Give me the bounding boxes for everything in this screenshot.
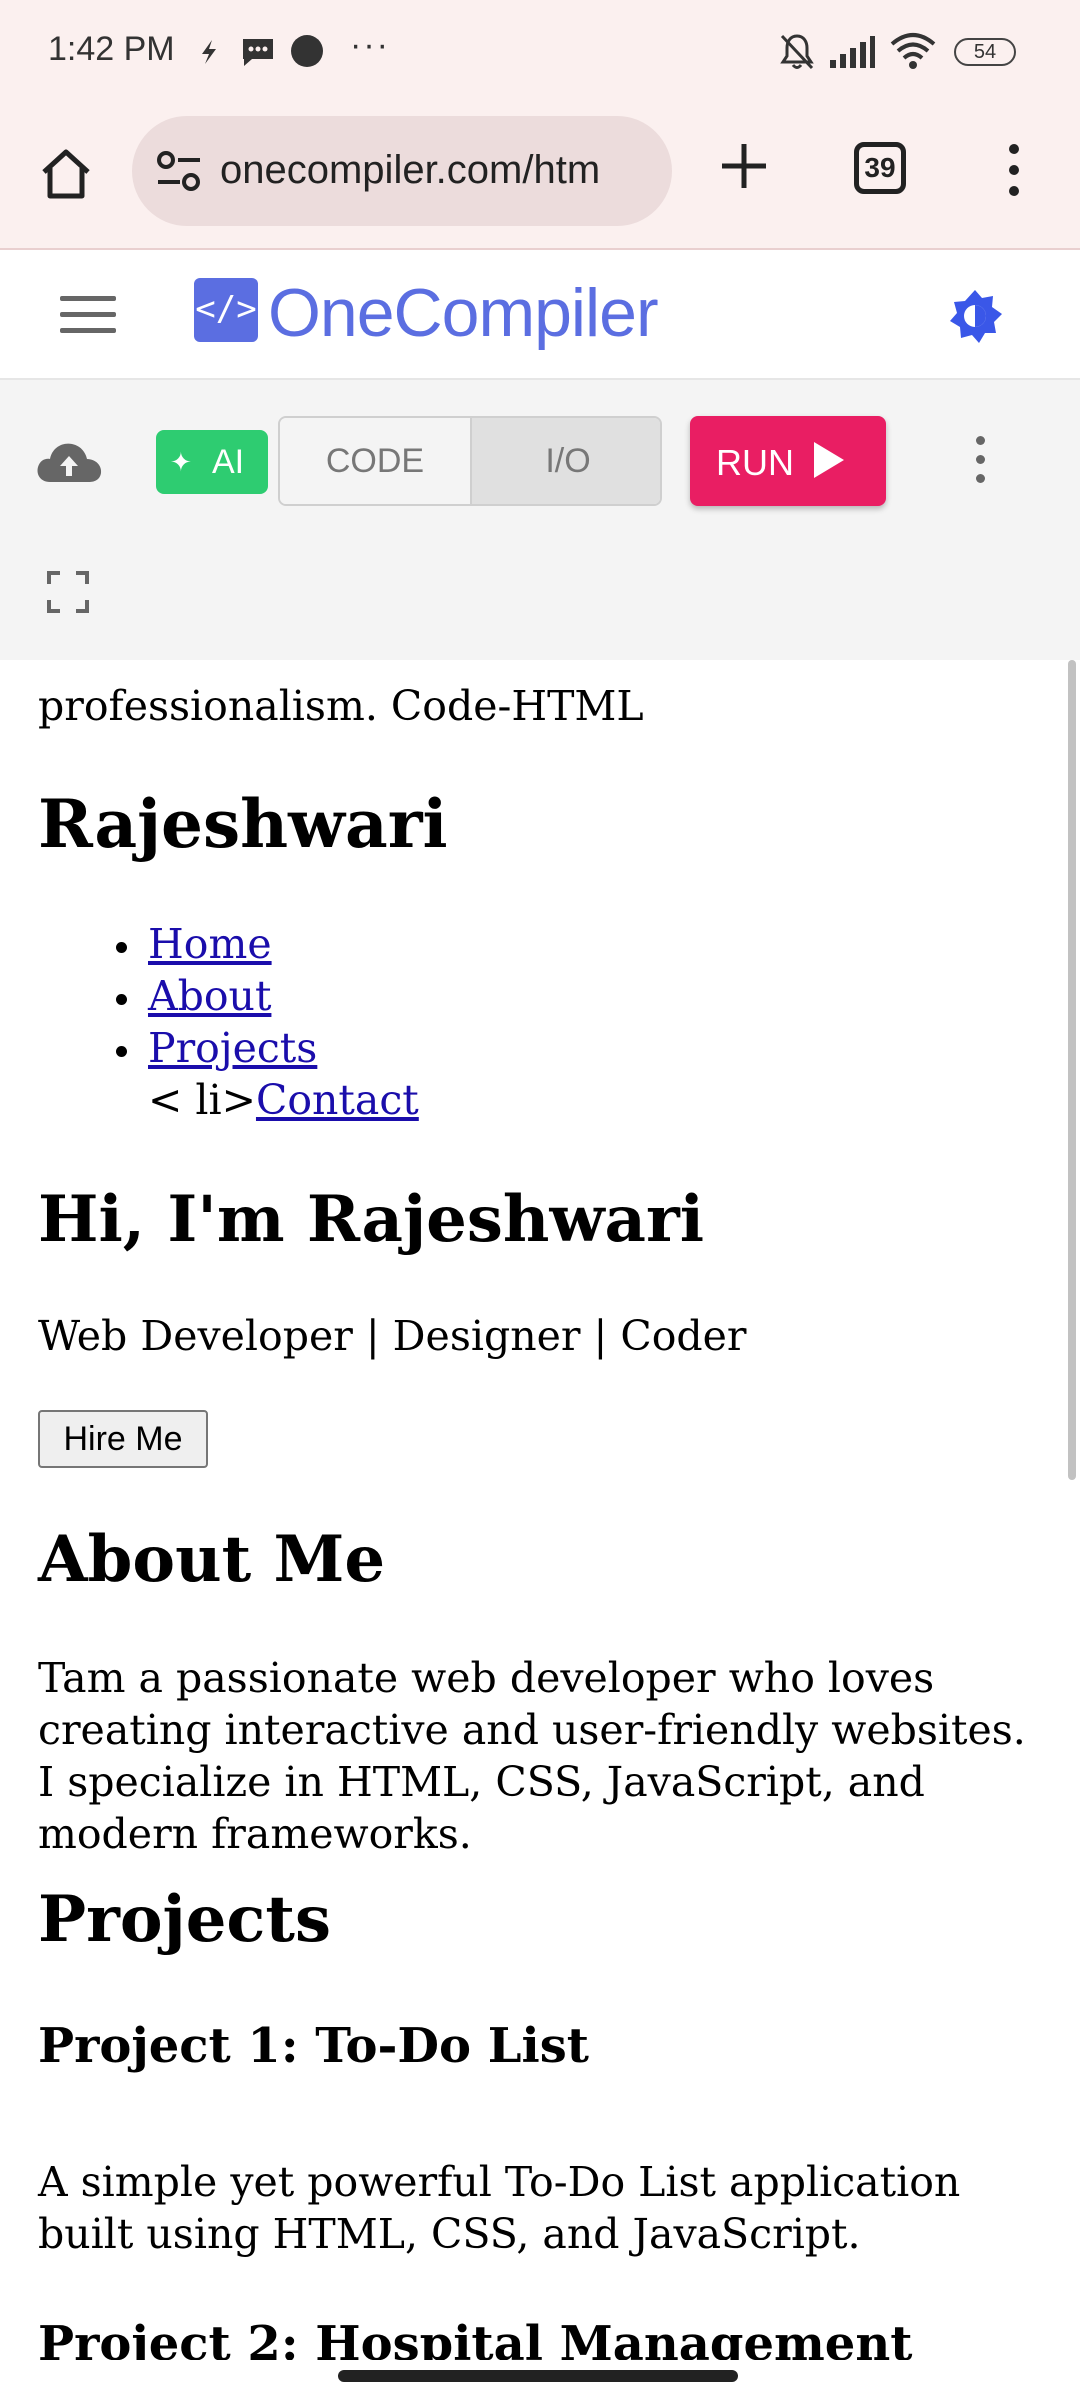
about-line-4: modern frameworks. — [38, 1810, 472, 1858]
hire-me-button[interactable]: Hire Me — [38, 1410, 208, 1468]
more-notifications: ··· — [350, 26, 390, 64]
output-preview[interactable]: professionalism. Code-HTML Rajeshwari Ho… — [16, 660, 1080, 2360]
tab-code[interactable]: CODE — [280, 418, 472, 504]
projects-heading: Projects — [38, 1882, 331, 1957]
project-1-line-1: A simple yet powerful To-Do List applica… — [38, 2158, 961, 2206]
status-bar: 1:42 PM ··· 54 — [0, 0, 1080, 104]
tab-io[interactable]: I/O — [472, 418, 660, 504]
logo-icon[interactable]: </> — [194, 278, 258, 342]
nav-link-projects[interactable]: Projects — [148, 1024, 317, 1072]
browser-menu-icon[interactable] — [1000, 144, 1028, 196]
nav-link-about[interactable]: About — [148, 972, 271, 1020]
about-line-1: Tam a passionate web developer who loves — [38, 1654, 935, 1702]
cloud-upload-icon[interactable] — [34, 436, 104, 488]
mute-bell-icon — [780, 34, 814, 70]
message-icon — [243, 39, 273, 66]
app-header: </> OneCompiler — [0, 250, 1080, 380]
nav-item-about: About — [148, 970, 271, 1022]
nav-item-contact: < li>Contact — [148, 1074, 419, 1126]
project-1-line-2: built using HTML, CSS, and JavaScript. — [38, 2210, 861, 2258]
battery-icon: 54 — [954, 38, 1016, 66]
editor-toolbar: ✦ AI CODE I/O RUN — [0, 380, 1080, 660]
play-icon — [814, 442, 844, 478]
sparkle-icon: ✦ — [170, 447, 192, 477]
tab-switcher-button[interactable]: 39 — [854, 142, 906, 194]
tab-count: 39 — [864, 152, 896, 183]
battery-level: 54 — [973, 41, 997, 63]
run-button[interactable]: RUN — [690, 416, 886, 506]
run-button-label: RUN — [716, 442, 794, 483]
fullscreen-icon[interactable] — [46, 570, 90, 614]
notification-dot-icon — [291, 35, 323, 67]
url-text: onecompiler.com/htm — [220, 148, 601, 192]
site-title: Rajeshwari — [38, 785, 448, 863]
about-line-2: creating interactive and user-friendly w… — [38, 1706, 1026, 1754]
nav-item-home: Home — [148, 918, 272, 970]
address-bar[interactable]: onecompiler.com/htm — [132, 116, 672, 226]
signal-icon — [830, 36, 875, 68]
nav-link-home[interactable]: Home — [148, 920, 272, 968]
wifi-icon — [890, 33, 936, 69]
hero-heading: Hi, I'm Rajeshwari — [38, 1182, 705, 1257]
new-tab-icon[interactable] — [716, 138, 772, 194]
browser-toolbar: onecompiler.com/htm 39 — [0, 104, 1080, 250]
about-line-3: I specialize in HTML, CSS, JavaScript, a… — [38, 1758, 925, 1806]
gesture-home-bar[interactable] — [338, 2370, 738, 2382]
project-1-title: Project 1: To-Do List — [38, 2018, 589, 2074]
theme-toggle-icon[interactable] — [946, 288, 1004, 346]
nav-item-projects: Projects — [148, 1022, 317, 1074]
nav-link-contact[interactable]: Contact — [256, 1076, 419, 1124]
output-scrollbar[interactable] — [1068, 660, 1076, 1480]
site-settings-icon[interactable] — [156, 150, 202, 192]
ai-button-label: AI — [212, 443, 245, 481]
hero-tagline: Web Developer | Designer | Coder — [38, 1312, 747, 1360]
intro-text: professionalism. Code-HTML — [38, 682, 644, 730]
status-time: 1:42 PM — [48, 30, 175, 68]
app-name[interactable]: OneCompiler — [268, 274, 659, 352]
about-heading: About Me — [38, 1522, 386, 1597]
project-2-title: Project 2: Hospital Management — [38, 2316, 913, 2360]
ai-button[interactable]: ✦ AI — [156, 430, 268, 494]
view-toggle: CODE I/O — [278, 416, 662, 506]
contact-prefix-text: < li> — [148, 1076, 256, 1124]
home-icon[interactable] — [36, 144, 96, 204]
hamburger-menu-icon[interactable] — [60, 296, 116, 336]
more-options-icon[interactable] — [972, 436, 988, 488]
flash-icon — [202, 40, 216, 64]
